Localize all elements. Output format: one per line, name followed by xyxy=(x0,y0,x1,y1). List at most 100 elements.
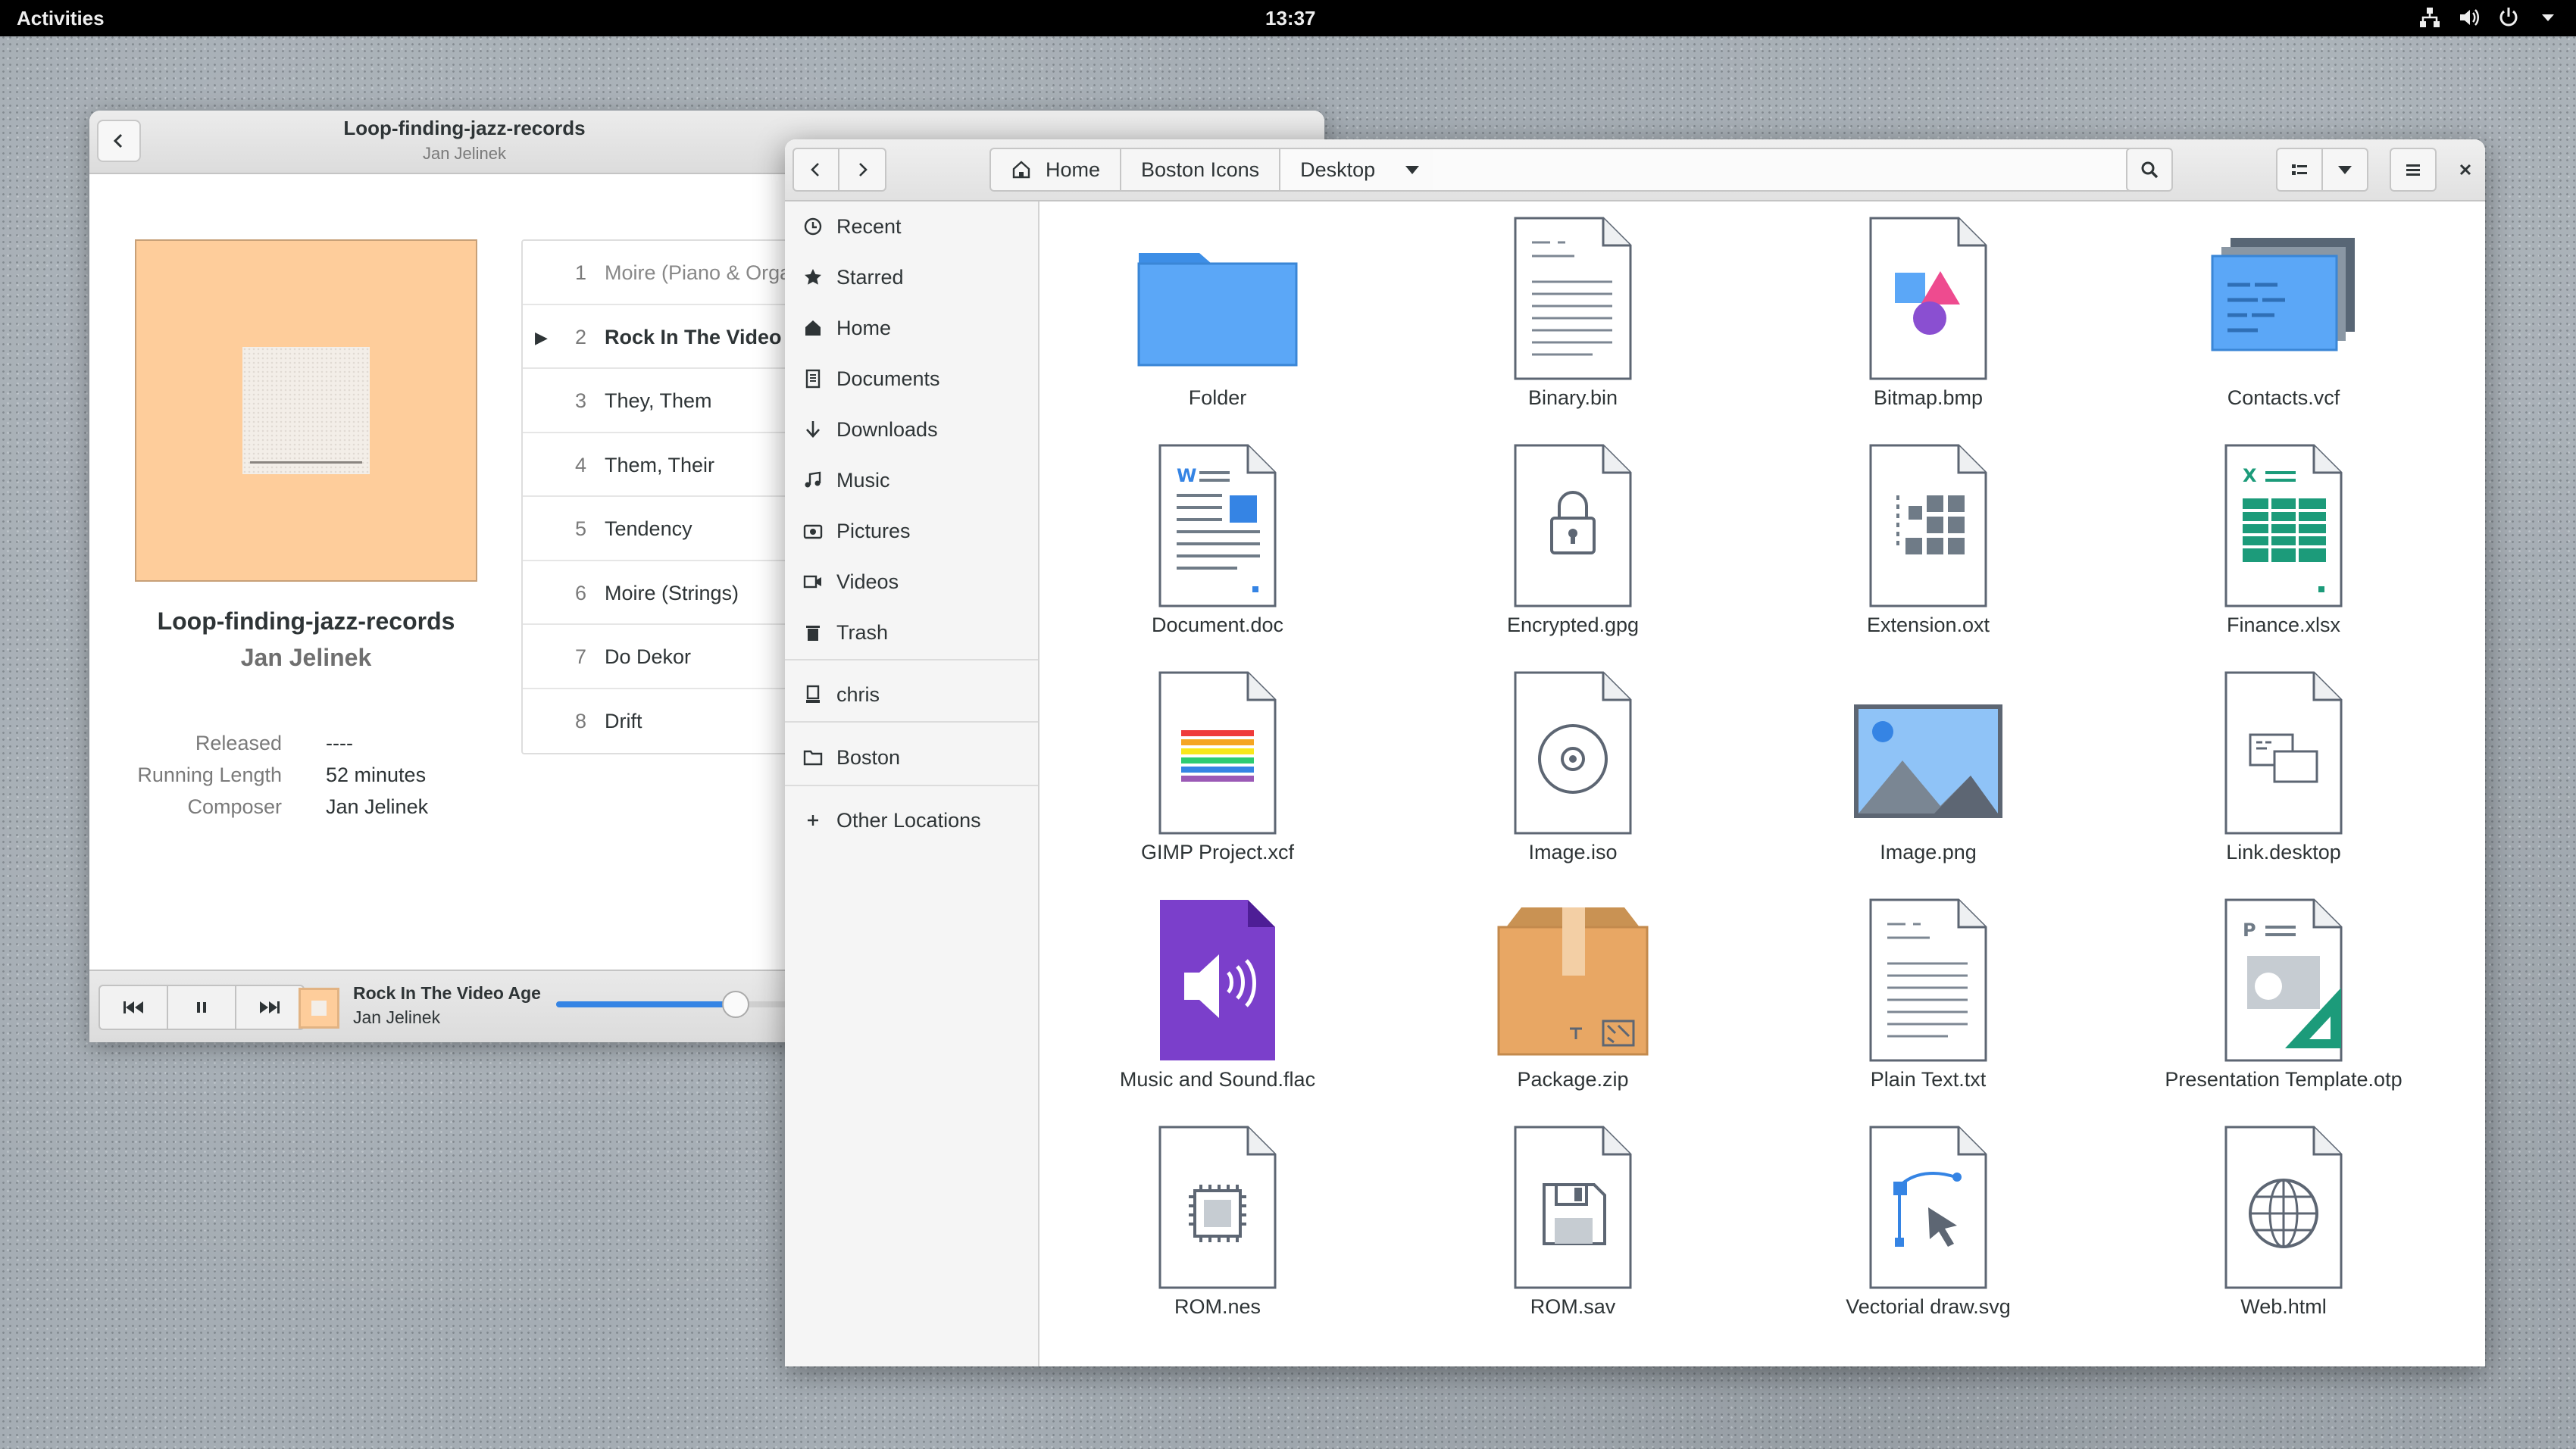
file-name: Bitmap.bmp xyxy=(1873,386,1984,409)
file-item-package[interactable]: Package.zip xyxy=(1395,883,1751,1110)
file-name: Link.desktop xyxy=(2226,841,2341,863)
gimp-icon xyxy=(1158,671,1277,835)
file-item-plain-text[interactable]: Plain Text.txt xyxy=(1750,883,2106,1110)
chip-icon xyxy=(1158,1126,1277,1289)
progress-knob[interactable] xyxy=(721,991,749,1018)
detail-value: Jan Jelinek xyxy=(326,795,429,818)
file-item-presentation-template[interactable]: P Presentation Template.otp xyxy=(2106,883,2462,1110)
vector-icon xyxy=(1869,1126,1987,1289)
search-button[interactable] xyxy=(2126,148,2173,192)
menu-button[interactable] xyxy=(2390,148,2437,192)
contacts-icon xyxy=(2211,238,2355,351)
file-item-gimp[interactable]: GIMP Project.xcf xyxy=(1039,656,1396,883)
clock[interactable]: 13:37 xyxy=(1265,7,1316,30)
file-grid: Folder Binary.bin Bitmap.bmp Contacts.vc… xyxy=(1039,201,2485,1366)
sidebar-item-pictures[interactable]: Pictures xyxy=(785,507,1038,554)
file-name: Image.png xyxy=(1880,841,1977,863)
sidebar-item-label: Other Locations xyxy=(836,808,981,832)
svg-text:X: X xyxy=(2243,465,2257,486)
track-title: Them, Their xyxy=(605,453,715,476)
path-home-button[interactable]: Home xyxy=(991,149,1122,190)
now-playing-title: Rock In The Video Age xyxy=(353,983,541,1003)
file-item-document[interactable]: W Document.doc xyxy=(1039,429,1396,656)
file-name: ROM.sav xyxy=(1530,1295,1616,1318)
sidebar-item-boston[interactable]: Boston xyxy=(785,734,1038,781)
file-item-web-html[interactable]: Web.html xyxy=(2106,1110,2462,1338)
detail-value: ---- xyxy=(326,732,353,754)
download-icon xyxy=(803,420,823,439)
sidebar-item-recent[interactable]: Recent xyxy=(785,203,1038,250)
next-button[interactable] xyxy=(235,985,305,1030)
close-button[interactable] xyxy=(2450,155,2481,185)
file-item-folder[interactable]: Folder xyxy=(1039,201,1396,429)
sidebar-item-label: Recent xyxy=(836,214,902,238)
previous-button[interactable] xyxy=(98,985,168,1030)
web-icon xyxy=(2224,1126,2343,1289)
package-icon xyxy=(1497,907,1649,1056)
sidebar-item-documents[interactable]: Documents xyxy=(785,355,1038,402)
forward-button[interactable] xyxy=(839,148,886,192)
track-title: They, Them xyxy=(605,389,712,412)
pause-button[interactable] xyxy=(167,985,236,1030)
sidebar-separator xyxy=(785,721,1038,723)
volume-icon[interactable] xyxy=(2458,6,2481,29)
view-mode-button[interactable] xyxy=(2276,148,2323,192)
path-current-button[interactable]: Desktop xyxy=(1280,149,1441,190)
file-name: Plain Text.txt xyxy=(1870,1068,1987,1091)
sidebar-item-other-locations[interactable]: Other Locations xyxy=(785,797,1038,844)
file-item-vectorial-draw[interactable]: Vectorial draw.svg xyxy=(1750,1110,2106,1338)
video-icon xyxy=(803,572,823,592)
trash-icon xyxy=(803,623,823,642)
file-item-image-png[interactable]: Image.png xyxy=(1750,656,2106,883)
track-title: Drift xyxy=(605,709,642,732)
sidebar-item-home[interactable]: Home xyxy=(785,304,1038,351)
file-item-contacts[interactable]: Contacts.vcf xyxy=(2106,201,2462,429)
places-sidebar: Recent Starred Home Documents Downloads … xyxy=(785,201,1039,1366)
file-item-image-iso[interactable]: Image.iso xyxy=(1395,656,1751,883)
chevron-down-icon xyxy=(1405,166,1420,174)
file-item-extension[interactable]: Extension.oxt xyxy=(1750,429,2106,656)
file-item-encrypted[interactable]: Encrypted.gpg xyxy=(1395,429,1751,656)
sidebar-item-label: chris xyxy=(836,682,880,706)
document-icon xyxy=(803,369,823,389)
file-item-music-flac[interactable]: Music and Sound.flac xyxy=(1039,883,1396,1110)
system-tray[interactable] xyxy=(2418,6,2559,29)
system-menu-icon[interactable] xyxy=(2537,6,2559,29)
home-icon xyxy=(803,318,823,338)
sidebar-item-videos[interactable]: Videos xyxy=(785,558,1038,605)
file-item-rom-sav[interactable]: ROM.sav xyxy=(1395,1110,1751,1338)
file-name: Document.doc xyxy=(1151,614,1284,636)
file-name: Web.html xyxy=(2240,1295,2327,1318)
audio-icon xyxy=(1160,900,1275,1060)
sidebar-item-music[interactable]: Music xyxy=(785,457,1038,504)
track-number: 8 xyxy=(574,709,586,732)
now-playing-cover xyxy=(299,988,339,1029)
file-name: Image.iso xyxy=(1528,841,1618,863)
sidebar-item-starred[interactable]: Starred xyxy=(785,254,1038,301)
file-item-rom-nes[interactable]: ROM.nes xyxy=(1039,1110,1396,1338)
sidebar-item-label: Documents xyxy=(836,367,940,390)
file-item-finance[interactable]: X Finance.xlsx xyxy=(2106,429,2462,656)
sidebar-item-label: Boston xyxy=(836,745,901,769)
activities-button[interactable]: Activities xyxy=(17,7,105,30)
files-header-bar: Home Boston Icons Desktop xyxy=(785,139,2485,201)
sidebar-item-chris[interactable]: chris xyxy=(785,671,1038,718)
bitmap-icon xyxy=(1869,217,1987,380)
disc-image-icon xyxy=(1514,671,1632,835)
detail-key: Released xyxy=(195,732,282,754)
now-playing-artist: Jan Jelinek xyxy=(353,1007,441,1027)
sidebar-item-trash[interactable]: Trash xyxy=(785,609,1038,656)
file-item-bitmap[interactable]: Bitmap.bmp xyxy=(1750,201,2106,429)
power-icon[interactable] xyxy=(2497,6,2520,29)
file-item-binary[interactable]: Binary.bin xyxy=(1395,201,1751,429)
presentation-icon: P xyxy=(2224,898,2343,1062)
file-item-link-desktop[interactable]: Link.desktop xyxy=(2106,656,2462,883)
network-icon[interactable] xyxy=(2418,6,2441,29)
view-options-button[interactable] xyxy=(2323,148,2368,192)
path-segment-button[interactable]: Boston Icons xyxy=(1121,149,1281,190)
path-bar-empty-space[interactable] xyxy=(1433,148,2141,192)
album-artist: Jan Jelinek xyxy=(240,644,372,671)
back-button[interactable] xyxy=(792,148,839,192)
sidebar-item-downloads[interactable]: Downloads xyxy=(785,406,1038,453)
file-name: Binary.bin xyxy=(1527,386,1618,409)
